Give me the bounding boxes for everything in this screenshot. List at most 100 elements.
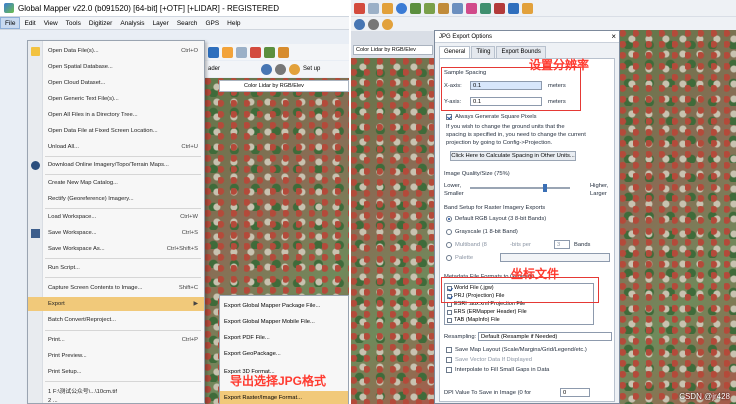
calculate-spacing-button[interactable]: Click Here to Calculate Spacing in Other… <box>450 151 576 161</box>
checkbox[interactable] <box>447 317 452 323</box>
menu-item-label: Open Spatial Database... <box>48 64 113 70</box>
sun-icon[interactable] <box>382 18 393 30</box>
menu-item-export[interactable]: Export ▶ <box>28 297 204 311</box>
band-default-radio[interactable] <box>446 216 452 222</box>
band-multi-radio[interactable] <box>446 242 452 248</box>
map-view-right-b[interactable] <box>620 30 736 404</box>
menu-digitizer[interactable]: Digitizer <box>85 20 116 27</box>
annotation-resolution: 设置分辨率 <box>529 58 590 72</box>
delete-icon[interactable] <box>354 2 365 14</box>
viewshed-icon[interactable] <box>466 2 477 14</box>
metadata-item-ers[interactable]: ERS (ERMapper Header) File <box>447 309 527 315</box>
menu-item-unload-all[interactable]: Unload All... Ctrl+U <box>28 140 204 154</box>
resampling-dropdown[interactable]: Default (Resample if Needed) <box>478 332 612 341</box>
menu-item-print[interactable]: Print... Ctrl+P <box>28 333 204 347</box>
submenu-export-raster[interactable]: Export Raster/Image Format... <box>220 391 348 404</box>
edit-icon[interactable] <box>278 46 289 58</box>
palette-dropdown[interactable] <box>500 253 610 262</box>
globe-icon <box>31 160 40 170</box>
chart-icon[interactable] <box>410 2 421 14</box>
square-pixels-checkbox[interactable] <box>446 114 452 120</box>
terrain-icon[interactable] <box>424 2 435 14</box>
layer-dropdown-right[interactable]: Color Lidar by RGB/Elev <box>353 45 433 55</box>
menu-item-batch-convert[interactable]: Batch Convert/Reproject... <box>28 313 204 327</box>
submenu-export-gm-package[interactable]: Export Global Mapper Package File... <box>220 299 348 312</box>
submenu-export-pdf[interactable]: Export PDF File... <box>220 331 348 344</box>
menu-help[interactable]: Help <box>223 20 244 27</box>
menu-item-recent-1[interactable]: 1 F:\测试公众号\...\10cm.tif <box>28 383 204 397</box>
menu-item-download-online[interactable]: Download Online Imagery/Topo/Terrain Map… <box>28 158 204 172</box>
star-icon[interactable] <box>522 2 533 14</box>
layer-dropdown-left[interactable]: Color Lidar by RGB/Elev <box>219 80 349 92</box>
menu-file[interactable]: File <box>0 17 21 29</box>
submenu-export-gm-mobile[interactable]: Export Global Mapper Mobile File... <box>220 315 348 328</box>
menu-item-save-workspace-as[interactable]: Save Workspace As... Ctrl+Shift+S <box>28 242 204 256</box>
global-mapper-window: Global Mapper v22.0 (b091520) [64-bit] [… <box>0 0 349 404</box>
band-grayscale-radio[interactable] <box>446 229 452 235</box>
bands-count-input[interactable]: 3 <box>554 240 570 249</box>
home-icon[interactable] <box>208 46 219 58</box>
window-title: Global Mapper v22.0 (b091520) [64-bit] [… <box>18 3 279 13</box>
globe-icon[interactable] <box>354 18 365 30</box>
close-icon[interactable]: × <box>611 31 616 43</box>
tab-tiling[interactable]: Tiling <box>471 46 496 58</box>
menu-item-print-setup[interactable]: Print Setup... <box>28 365 204 379</box>
menu-view[interactable]: View <box>40 20 62 27</box>
dpi-input[interactable]: 0 <box>560 388 590 397</box>
submenu-export-geopackage[interactable]: Export GeoPackage... <box>220 347 348 360</box>
palette-radio[interactable] <box>446 255 452 261</box>
band-setup-label: Band Setup for Raster Imagery Exports <box>444 205 546 211</box>
gear-icon[interactable] <box>368 18 379 30</box>
analysis-icon[interactable] <box>480 2 491 14</box>
menu-item-create-catalog[interactable]: Create New Map Catalog... <box>28 176 204 190</box>
digitize-icon[interactable] <box>236 46 247 58</box>
menu-item-open-data-file[interactable]: Open Data File(s)... Ctrl+O <box>28 44 204 58</box>
tab-general[interactable]: General <box>439 46 471 58</box>
quality-slider-thumb[interactable] <box>543 184 547 192</box>
menu-search[interactable]: Search <box>173 20 202 27</box>
checkbox[interactable] <box>447 309 452 315</box>
sun-icon[interactable] <box>289 63 300 75</box>
menu-item-load-workspace[interactable]: Load Workspace... Ctrl+W <box>28 210 204 224</box>
interpolate-checkbox[interactable] <box>446 367 452 373</box>
metadata-item-tab[interactable]: TAB (MapInfo) File <box>447 317 500 323</box>
bands-label: Bands <box>574 242 591 248</box>
pencil-icon[interactable] <box>222 46 233 58</box>
menu-item-label: Open All Files in a Directory Tree... <box>48 112 138 118</box>
menu-shortcut: Ctrl+P <box>181 337 198 343</box>
cut-icon[interactable] <box>368 2 379 14</box>
layer-icon[interactable] <box>264 46 275 58</box>
delete-icon[interactable] <box>250 46 261 58</box>
menu-gps[interactable]: GPS <box>201 20 223 27</box>
menu-separator <box>45 381 201 382</box>
menu-item-save-workspace[interactable]: Save Workspace... Ctrl+S <box>28 226 204 240</box>
gear-icon[interactable] <box>275 63 286 75</box>
menu-layer[interactable]: Layer <box>149 20 173 27</box>
close-tool-icon[interactable] <box>494 2 505 14</box>
save-layout-checkbox[interactable] <box>446 347 452 353</box>
menu-analysis[interactable]: Analysis <box>116 20 148 27</box>
menu-edit[interactable]: Edit <box>20 20 39 27</box>
grid-icon[interactable] <box>508 2 519 14</box>
lower-label: Lower, <box>444 183 462 189</box>
pencil-icon[interactable] <box>382 2 393 14</box>
profile-icon[interactable] <box>438 2 449 14</box>
menu-item-print-preview[interactable]: Print Preview... <box>28 349 204 363</box>
menu-item-run-script[interactable]: Run Script... <box>28 261 204 275</box>
volume-icon[interactable] <box>452 2 463 14</box>
menu-tools[interactable]: Tools <box>62 20 85 27</box>
menu-item-open-fixed[interactable]: Open Data File at Fixed Screen Location.… <box>28 124 204 138</box>
menu-item-open-directory[interactable]: Open All Files in a Directory Tree... <box>28 108 204 122</box>
map-view-right-a[interactable] <box>351 58 434 404</box>
menu-item-open-spatial-db[interactable]: Open Spatial Database... <box>28 60 204 74</box>
globe-icon[interactable] <box>261 63 272 75</box>
menu-item-recent-2[interactable]: 2 ... <box>28 397 204 404</box>
info-icon[interactable] <box>396 2 407 14</box>
save-vector-checkbox[interactable] <box>446 357 452 363</box>
menu-item-open-cloud[interactable]: Open Cloud Dataset... <box>28 76 204 90</box>
file-menu: Open Data File(s)... Ctrl+O Open Spatial… <box>27 40 205 404</box>
menu-item-rectify[interactable]: Rectify (Georeference) Imagery... <box>28 192 204 206</box>
menu-item-open-text[interactable]: Open Generic Text File(s)... <box>28 92 204 106</box>
menu-item-capture-screen[interactable]: Capture Screen Contents to Image... Shif… <box>28 281 204 295</box>
quality-slider[interactable] <box>470 187 570 189</box>
